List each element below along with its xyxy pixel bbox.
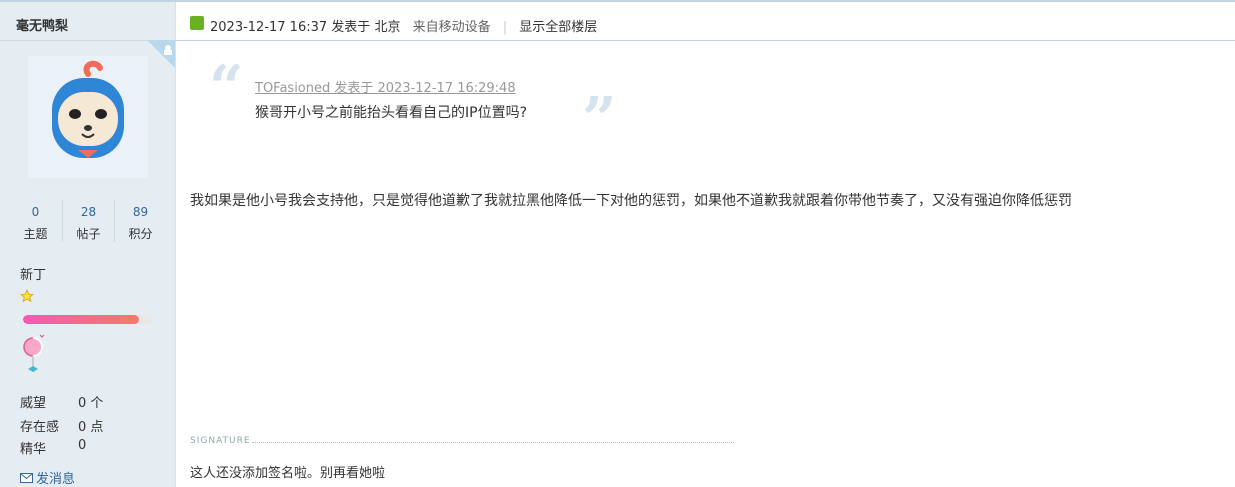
prop-label: 威望 (20, 396, 47, 411)
author-sidebar: 毫无鸭梨 0 主题 28 帖子 89 积分 新丁 威望 0 个 存在感 0 点 … (0, 2, 176, 487)
divider: | (502, 20, 508, 35)
level-progress-bar (23, 315, 153, 324)
prop-value: 0 点 (78, 420, 104, 435)
stat-label: 帖子 (76, 227, 101, 241)
author-stats: 0 主题 28 帖子 89 积分 (10, 200, 165, 244)
quote-close-icon: ” (582, 85, 617, 155)
stat-value: 28 (80, 205, 97, 219)
signature-label: SIGNATURE (190, 436, 251, 446)
post-body: 我如果是他小号我会支持他，只是觉得他道歉了我就拉黑他降低一下对他的惩罚，如果他不… (190, 193, 1072, 209)
profile-corner-icon[interactable] (147, 40, 175, 68)
signature-text: 这人还没添加签名啦。别再看她啦 (190, 466, 386, 481)
stat-label: 积分 (128, 227, 153, 241)
post-datetime: 2023-12-17 16:37 (210, 20, 328, 35)
send-message-link[interactable]: 发消息 (20, 468, 75, 487)
prop-label: 精华 (20, 442, 47, 457)
prop-value: 0 (78, 438, 87, 453)
prop-presence: 存在感 0 点 (20, 416, 103, 435)
show-all-floors-link[interactable]: 显示全部楼层 (519, 20, 597, 35)
mobile-device-link[interactable]: 来自移动设备 (413, 20, 491, 35)
quote-text: 猴哥开小号之前能抬头看看自己的IP位置吗? (255, 105, 528, 121)
posted-at-label: 发表于 (331, 20, 371, 35)
level-progress-fill (23, 315, 139, 324)
post-header: 2023-12-17 16:37 发表于 北京 来自移动设备 | 显示全部楼层 (175, 2, 1235, 41)
stat-topics[interactable]: 0 主题 (10, 200, 61, 242)
post-location: 北京 (374, 20, 401, 35)
author-name[interactable]: 毫无鸭梨 (16, 15, 68, 34)
prop-label: 存在感 (20, 420, 60, 435)
star-icon (20, 289, 34, 307)
stat-posts[interactable]: 28 帖子 (62, 200, 114, 242)
stat-value: 89 (132, 205, 149, 219)
quote-author-link[interactable]: TOFasioned 发表于 2023-12-17 16:29:48 (255, 77, 516, 96)
quote-open-icon: “ (209, 53, 244, 123)
stat-points[interactable]: 89 积分 (114, 200, 166, 242)
prop-value: 0 个 (78, 396, 104, 411)
stat-value: 0 (31, 205, 40, 219)
user-rank[interactable]: 新丁 (20, 264, 46, 283)
online-user-icon (190, 16, 204, 30)
mail-icon (20, 472, 33, 487)
post-meta: 2023-12-17 16:37 发表于 北京 来自移动设备 | 显示全部楼层 (210, 16, 597, 35)
prop-prestige: 威望 0 个 (20, 392, 103, 411)
author-header: 毫无鸭梨 (0, 2, 175, 41)
signature-divider (252, 442, 734, 443)
send-message-label: 发消息 (36, 472, 76, 487)
prop-digest: 精华 0 (20, 438, 86, 457)
avatar[interactable] (28, 56, 148, 178)
stat-label: 主题 (23, 227, 48, 241)
lollipop-medal-icon[interactable] (20, 333, 50, 381)
